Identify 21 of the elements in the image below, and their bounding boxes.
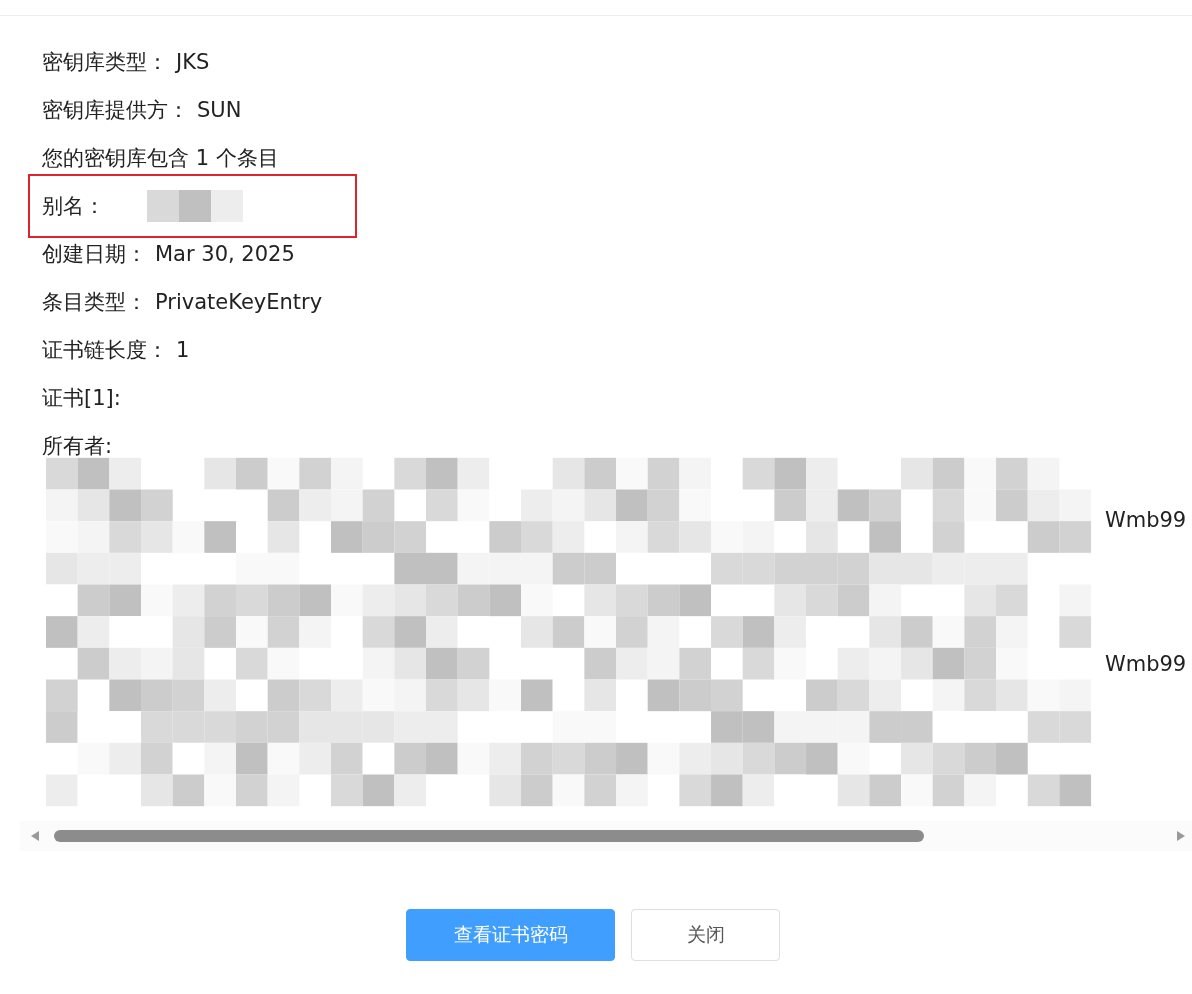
field-label: 所有者:: [42, 433, 113, 460]
horizontal-scrollbar[interactable]: [20, 821, 1192, 851]
field-value: JKS: [176, 50, 210, 74]
field-label: 密钥库提供方：: [42, 97, 189, 124]
field-value: PrivateKeyEntry: [155, 290, 323, 314]
scrollbar-thumb[interactable]: [54, 830, 924, 842]
field-label: 证书链长度：: [42, 337, 168, 364]
field-value: 1: [176, 338, 190, 362]
scroll-right-icon[interactable]: [1176, 830, 1186, 842]
field-value: Mar 30, 2025: [155, 242, 295, 266]
field-label: 密钥库类型：: [42, 49, 168, 76]
field-label: 别名：: [42, 193, 105, 220]
scroll-left-icon[interactable]: [30, 830, 40, 842]
field-label: 您的密钥库包含 1 个条目: [42, 145, 279, 172]
close-button[interactable]: 关闭: [631, 909, 780, 961]
field-label: 证书[1]:: [42, 385, 121, 412]
field-value: Wmb99: [1104, 508, 1187, 532]
field-label: 条目类型：: [42, 289, 147, 316]
field-value: Wmb99: [1104, 652, 1187, 676]
field-label: 创建日期：: [42, 241, 147, 268]
field-value: SUN: [197, 98, 242, 122]
